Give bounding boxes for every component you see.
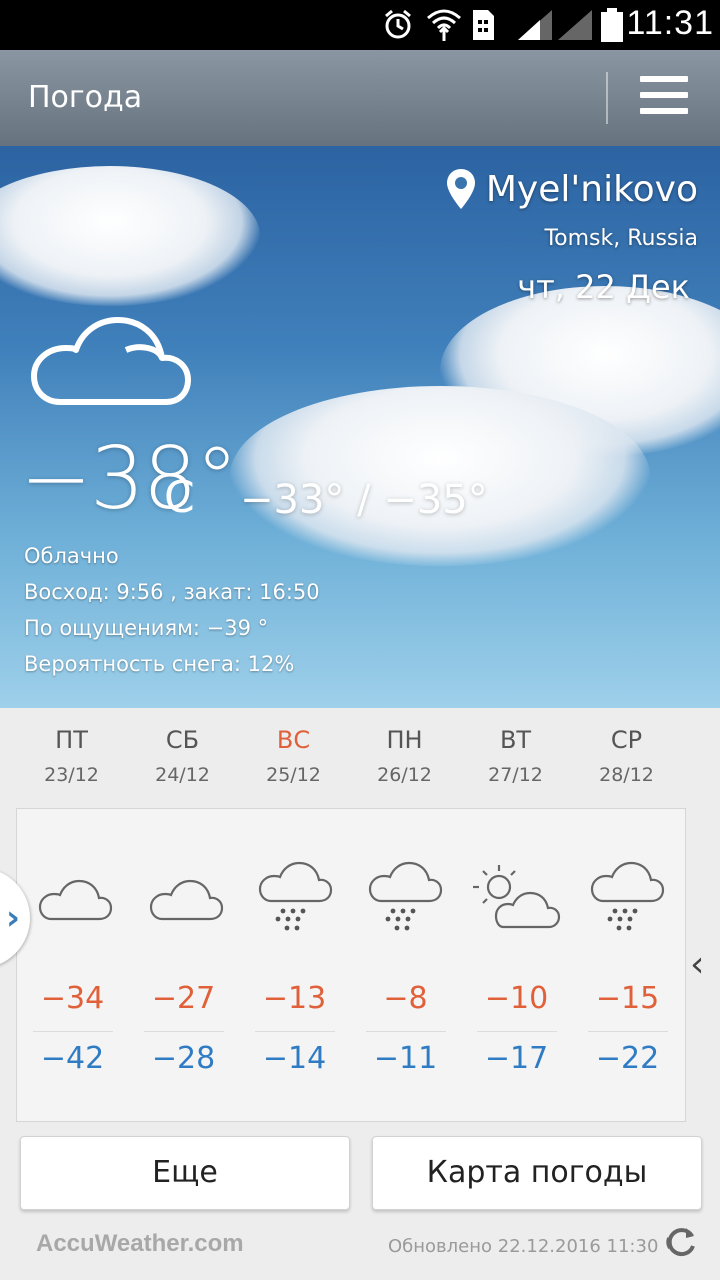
data-saver-icon xyxy=(473,10,494,40)
feels-like: По ощущениям: −39 ° xyxy=(24,616,269,640)
day-date: 24/12 xyxy=(155,764,210,786)
temp-divider xyxy=(588,1031,668,1032)
chevron-left-icon[interactable]: ‹ xyxy=(690,944,704,985)
temp-divider xyxy=(144,1031,224,1032)
snow-cloud-icon xyxy=(258,861,333,931)
forecast-panel[interactable]: −34 −27 −13 −8 −10 −15 −42 −28 −14 −11 −… xyxy=(16,808,686,1122)
day-header: СБ 24/12 xyxy=(127,726,238,786)
signal-1-icon xyxy=(518,10,552,40)
signal-2-icon xyxy=(558,10,592,40)
day-date: 25/12 xyxy=(266,764,321,786)
day-header: ПН 26/12 xyxy=(349,726,460,786)
day-date: 27/12 xyxy=(488,764,543,786)
weather-map-button[interactable]: Карта погоды xyxy=(372,1136,702,1210)
accuweather-logo[interactable]: AccuWeather.com xyxy=(36,1230,244,1258)
appbar-divider xyxy=(606,72,608,124)
day-date: 26/12 xyxy=(377,764,432,786)
app-title: Погода xyxy=(28,80,143,115)
current-weather-panel: Myel'nikovo Tomsk, Russia чт, 22 Дек −38… xyxy=(0,146,720,708)
low-temp: −14 xyxy=(262,1041,327,1076)
condition-text: Облачно xyxy=(24,544,119,568)
low-temp: −42 xyxy=(40,1041,105,1076)
low-temp: −11 xyxy=(373,1041,438,1076)
location-pin-icon xyxy=(446,169,475,209)
day-header: ВТ 27/12 xyxy=(460,726,571,786)
battery-icon xyxy=(601,8,623,42)
temperature-range: −33° / −35° xyxy=(240,477,488,523)
current-date: чт, 22 Дек xyxy=(517,268,690,306)
location[interactable]: Myel'nikovo xyxy=(446,168,698,210)
low-temp: −28 xyxy=(151,1041,216,1076)
snow-cloud-icon xyxy=(368,861,443,931)
day-name: СБ xyxy=(165,726,200,754)
wifi-icon xyxy=(427,9,461,41)
temp-divider xyxy=(255,1031,335,1032)
day-name: ПТ xyxy=(55,726,88,754)
snow-probability: Вероятность снега: 12% xyxy=(24,652,295,676)
clock: 11:31 xyxy=(626,4,714,42)
day-header: ПТ 23/12 xyxy=(16,726,127,786)
low-temp: −17 xyxy=(484,1041,549,1076)
cloud-icon xyxy=(38,879,113,921)
app-bar: Погода xyxy=(0,50,720,146)
temp-divider xyxy=(366,1031,446,1032)
refresh-icon[interactable] xyxy=(664,1224,698,1260)
current-temperature: −38° xyxy=(20,429,238,529)
snow-cloud-icon xyxy=(590,861,665,931)
more-button[interactable]: Еще xyxy=(20,1136,350,1210)
high-temp: −8 xyxy=(383,981,428,1016)
temperature-unit: C xyxy=(164,472,195,523)
forecast-day-headers: ПТ 23/12 СБ 24/12 ВС 25/12 ПН 26/12 ВТ 2… xyxy=(16,726,684,806)
low-temp: −22 xyxy=(595,1041,660,1076)
temp-divider xyxy=(477,1031,557,1032)
day-name: ПН xyxy=(386,726,423,754)
high-temp: −34 xyxy=(40,981,105,1016)
region: Tomsk, Russia xyxy=(544,226,698,251)
high-temp: −13 xyxy=(262,981,327,1016)
updated-timestamp: Обновлено 22.12.2016 11:30 xyxy=(388,1236,659,1257)
day-header: ВС 25/12 xyxy=(238,726,349,786)
alarm-icon xyxy=(385,9,411,39)
partly-sunny-icon xyxy=(473,865,561,929)
background-cloud xyxy=(0,166,260,306)
day-date: 23/12 xyxy=(44,764,99,786)
high-temp: −15 xyxy=(595,981,660,1016)
day-name: СР xyxy=(610,726,643,754)
location-name: Myel'nikovo xyxy=(485,168,698,210)
hamburger-icon xyxy=(640,76,688,82)
day-header: СР 28/12 xyxy=(571,726,682,786)
day-date: 28/12 xyxy=(599,764,654,786)
cloud-icon xyxy=(149,879,224,921)
sunrise-sunset: Восход: 9:56 , закат: 16:50 xyxy=(24,580,320,604)
high-temp: −10 xyxy=(484,981,549,1016)
day-name: ВС xyxy=(276,726,311,754)
status-bar: 11:31 xyxy=(0,0,720,50)
background-cloud xyxy=(230,386,650,566)
temp-divider xyxy=(33,1031,113,1032)
high-temp: −27 xyxy=(151,981,216,1016)
menu-button[interactable] xyxy=(640,76,688,122)
day-name: ВТ xyxy=(499,726,532,754)
cloud-icon xyxy=(31,317,191,405)
chevron-right-icon: › xyxy=(6,898,21,938)
